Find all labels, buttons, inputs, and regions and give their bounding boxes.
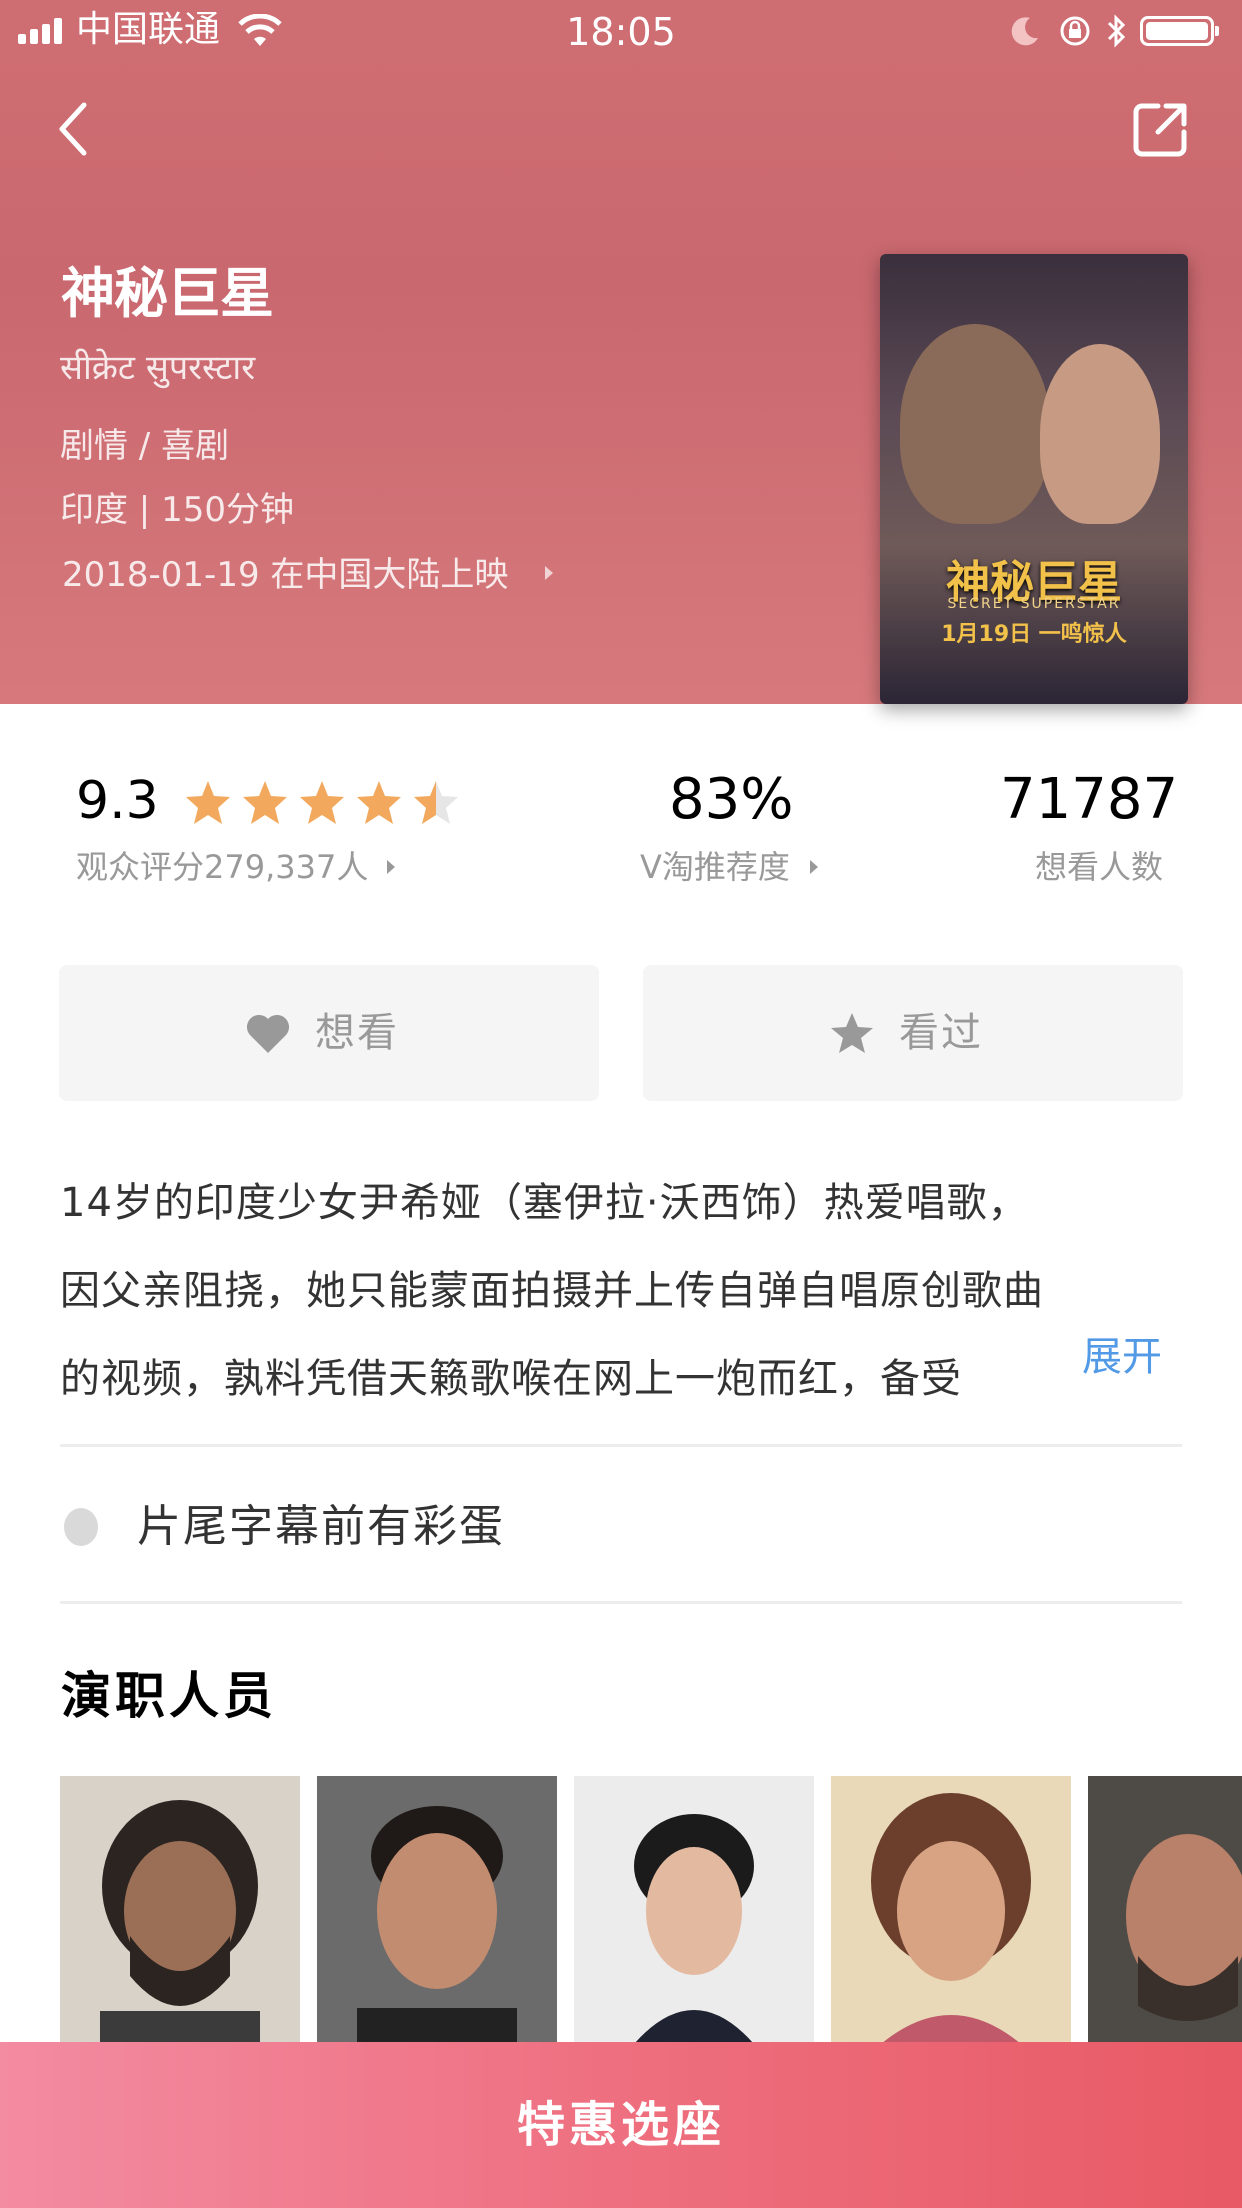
recommend-arrow-icon[interactable] (808, 859, 820, 875)
genre: 剧情 / 喜剧 (60, 426, 230, 466)
rating-arrow-icon[interactable] (385, 859, 397, 875)
release-date[interactable]: 2018-01-19 在中国大陆上映 (62, 554, 508, 596)
movie-header: 中国联通 18:05 神秘巨星 सीक्रेट सुपरस्टार 剧情 / 喜… (0, 0, 1242, 704)
status-time: 18:05 (566, 10, 676, 54)
divider (60, 1601, 1182, 1604)
rotation-lock-icon (1060, 16, 1090, 46)
poster-subtitle: SECRET SUPERSTAR (947, 596, 1121, 612)
want-count-value: 71787 (1000, 767, 1179, 832)
back-icon[interactable] (56, 99, 90, 159)
cast-portrait-5 (1126, 1834, 1242, 2021)
moon-icon (1011, 17, 1038, 46)
cast-portrait-1 (100, 1800, 260, 2044)
divider (60, 1444, 1182, 1447)
movie-poster[interactable]: 神秘巨星 SECRET SUPERSTAR 1月19日 一鸣惊人 (880, 254, 1188, 704)
cast-photo[interactable] (574, 1776, 814, 2044)
rating-stars (183, 778, 468, 828)
egg-icon (64, 1508, 98, 1546)
recommend-label[interactable]: V淘推荐度 (640, 848, 790, 886)
star-icon (831, 1013, 873, 1053)
synopsis-text[interactable]: 14岁的印度少女尹希娅（塞伊拉·沃西饰）热爱唱歌， 因父亲阻挠，她只能蒙面拍摄并… (60, 1159, 1170, 1423)
rating-star (243, 781, 287, 824)
cast-portrait-3 (634, 1814, 754, 2044)
want-to-see-label: 想看 (315, 1010, 399, 1056)
cast-photo[interactable] (317, 1776, 557, 2044)
cast-portrait-2 (357, 1806, 517, 2044)
release-arrow-icon[interactable] (543, 565, 555, 581)
battery-icon (1140, 16, 1219, 46)
cast-photo[interactable] (60, 1776, 300, 2044)
expand-link[interactable]: 展开 (1042, 1335, 1162, 1379)
special-seat-button[interactable]: 特惠选座 (0, 2042, 1242, 2208)
recommend-value: 83% (669, 767, 794, 832)
synopsis-line: 因父亲阻挠，她只能蒙面拍摄并上传自弹自唱原创歌曲 (60, 1268, 1044, 1314)
poster-figure-right (1040, 344, 1160, 524)
want-count-label: 想看人数 (1035, 848, 1164, 886)
special-seat-label: 特惠选座 (516, 2097, 725, 2153)
seen-label: 看过 (899, 1010, 983, 1056)
cast-portrait-4 (871, 1793, 1031, 2044)
status-bar: 中国联通 18:05 (0, 0, 1242, 60)
rating-score: 9.3 (76, 771, 159, 831)
rating-star (357, 781, 401, 824)
rating-star (414, 781, 458, 824)
bluetooth-icon (1107, 14, 1126, 48)
rating-star (186, 781, 230, 824)
cast-section-title: 演职人员 (61, 1667, 277, 1725)
cast-photo[interactable] (1088, 1776, 1242, 2044)
movie-title: 神秘巨星 (61, 262, 274, 325)
poster-figure-left (900, 324, 1050, 524)
seen-button[interactable]: 看过 (643, 965, 1183, 1101)
heart-icon (246, 1014, 290, 1053)
easter-egg-note: 片尾字幕前有彩蛋 (137, 1501, 505, 1552)
synopsis-line: 的视频，孰料凭借天籁歌喉在网上一炮而红，备受 (60, 1356, 962, 1402)
synopsis-line: 14岁的印度少女尹希娅（塞伊拉·沃西饰）热爱唱歌， (60, 1180, 1029, 1226)
want-to-see-button[interactable]: 想看 (59, 965, 599, 1101)
cast-photo[interactable] (831, 1776, 1071, 2044)
rating-count-label[interactable]: 观众评分279,337人 (76, 848, 368, 886)
country-duration: 印度 | 150分钟 (60, 490, 294, 530)
rating-star (300, 781, 344, 824)
share-icon[interactable] (1132, 100, 1190, 158)
original-title: सीक्रेट सुपरस्टार (60, 348, 256, 388)
poster-date: 1月19日 一鸣惊人 (941, 622, 1127, 647)
